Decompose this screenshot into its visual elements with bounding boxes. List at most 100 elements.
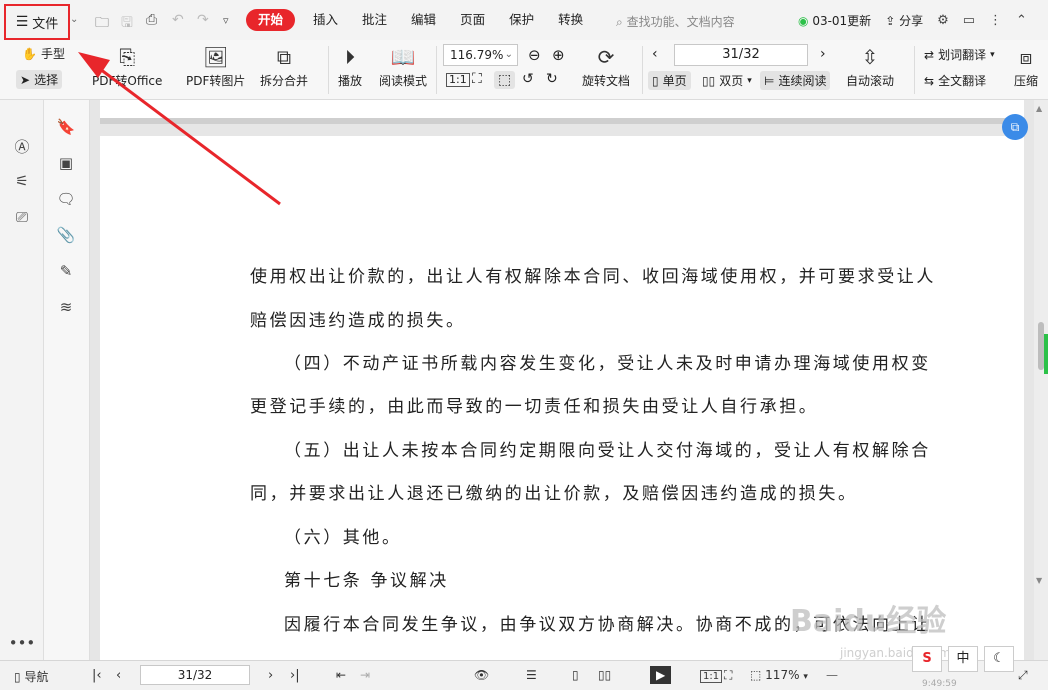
- file-menu-button[interactable]: ☰ 文件: [4, 4, 70, 40]
- read-mode-label: 阅读模式: [379, 74, 428, 88]
- bookmark-icon[interactable]: 🔖: [44, 118, 88, 136]
- undo-icon[interactable]: ↶: [172, 12, 184, 28]
- auto-scroll-icon: ⇳: [861, 45, 879, 69]
- scroll-down-icon[interactable]: ▼: [1036, 576, 1042, 585]
- update-button[interactable]: ◉ 03-01更新: [798, 12, 871, 29]
- fit-width-icon[interactable]: ⬚: [494, 71, 516, 89]
- pdf-to-office-button[interactable]: ⎘ PDF转Office: [92, 44, 162, 89]
- sliders-icon[interactable]: ⚟: [0, 172, 44, 190]
- zoom-dropdown[interactable]: ⬚ 117% ▾: [750, 668, 808, 682]
- status-page-input[interactable]: 31/32: [140, 665, 250, 685]
- more-horizontal-icon[interactable]: •••: [0, 634, 44, 652]
- tab-home[interactable]: 开始: [246, 9, 296, 31]
- redo-icon[interactable]: ↷: [197, 12, 209, 28]
- forward-view-icon[interactable]: ⇥: [360, 668, 370, 682]
- tab-annotate[interactable]: 批注: [350, 9, 399, 31]
- split-merge-icon: ⧉: [276, 45, 292, 69]
- find-text-icon[interactable]: Ⓐ: [0, 136, 44, 157]
- split-merge-button[interactable]: ⧉ 拆分合并: [260, 44, 308, 89]
- single-view-icon[interactable]: ▯: [572, 668, 579, 682]
- save-icon[interactable]: 🖫: [121, 12, 133, 36]
- prev-page-icon[interactable]: ‹: [652, 46, 658, 62]
- hand-tool-label: 手型: [40, 47, 65, 61]
- attachment-paperclip-icon[interactable]: 📎: [44, 226, 88, 244]
- page-number-input[interactable]: 31/32: [674, 44, 808, 66]
- fit-page-icon[interactable]: ⛶: [724, 668, 732, 683]
- back-view-icon[interactable]: ⇤: [336, 668, 346, 682]
- last-page-icon[interactable]: ›|: [290, 668, 300, 683]
- double-view-icon[interactable]: ▯▯: [598, 668, 611, 682]
- zoom-select[interactable]: 116.79% ⌄: [443, 44, 518, 66]
- comment-icon[interactable]: 🗨: [44, 190, 88, 208]
- document-viewport[interactable]: 使用权出让价款的，出让人有权解除本合同、收回海域使用权，并可要求受让人 赔偿因违…: [90, 100, 1034, 660]
- settings-gear-icon[interactable]: ⚙: [937, 13, 949, 28]
- first-page-icon[interactable]: |‹: [92, 668, 102, 683]
- actual-size-icon[interactable]: 1:1: [446, 73, 470, 87]
- compress-button[interactable]: ⧈ 压缩: [1014, 44, 1038, 89]
- doc-tool-icon: ⧉: [1010, 120, 1020, 134]
- clock-time: 9:49:59: [922, 679, 957, 689]
- next-page-icon[interactable]: ›: [268, 668, 273, 683]
- zoom-in-icon[interactable]: ⊕: [552, 46, 565, 64]
- eye-protect-icon[interactable]: 👁: [474, 668, 489, 682]
- quick-access-dropdown-icon[interactable]: ▿: [223, 14, 229, 27]
- actual-size-icon[interactable]: 1:1: [700, 670, 723, 683]
- search-placeholder: 查找功能、文档内容: [626, 15, 735, 29]
- fit-page-icon[interactable]: ⛶: [472, 71, 482, 87]
- page-search-icon[interactable]: ⎚: [0, 208, 44, 226]
- more-vertical-icon[interactable]: ⋮: [989, 13, 1002, 28]
- share-button[interactable]: ⇪ 分享: [885, 12, 923, 29]
- read-mode-button[interactable]: 📖 阅读模式: [379, 44, 427, 89]
- select-tool-button[interactable]: ➤ 选择: [16, 70, 63, 89]
- feature-search[interactable]: ⌕ 查找功能、文档内容: [616, 13, 735, 30]
- ime-mode-toggle[interactable]: 中: [948, 646, 978, 672]
- signature-pen-icon[interactable]: ✎: [44, 262, 88, 280]
- image-icon: 🖼: [203, 45, 229, 69]
- fullscreen-icon[interactable]: ⤢: [1018, 668, 1028, 683]
- tab-convert[interactable]: 转换: [546, 9, 595, 31]
- top-right-controls: ◉ 03-01更新 ⇪ 分享 ⚙ ▭ ⋮ ⌃: [798, 12, 1027, 29]
- tab-edit[interactable]: 编辑: [399, 9, 448, 31]
- tab-protect[interactable]: 保护: [497, 9, 546, 31]
- zoom-slider-minus-icon[interactable]: —: [826, 668, 838, 682]
- fit-width-icon: ⬚: [750, 668, 762, 682]
- collapse-ribbon-icon[interactable]: ⌃: [1016, 13, 1027, 28]
- pdf-to-image-button[interactable]: 🖼 PDF转图片: [186, 44, 245, 89]
- hand-tool-button[interactable]: ✋ 手型: [22, 45, 65, 62]
- layers-icon[interactable]: ≋: [44, 298, 88, 316]
- rotate-right-icon[interactable]: ↻: [546, 71, 558, 87]
- chevron-down-icon[interactable]: ⌄: [70, 14, 78, 25]
- next-page-icon[interactable]: ›: [820, 46, 826, 62]
- zoom-out-icon[interactable]: ⊖: [528, 46, 541, 64]
- rotate-left-icon[interactable]: ↺: [522, 71, 534, 87]
- play-button[interactable]: ⏵ 播放: [338, 44, 362, 89]
- night-mode-moon-icon[interactable]: ☾: [984, 646, 1014, 672]
- print-icon[interactable]: ⎙: [146, 12, 157, 28]
- navigation-panel-icon: ▯: [14, 670, 21, 684]
- ime-logo-icon[interactable]: S: [912, 646, 942, 672]
- rotate-document-button[interactable]: ⟳ 旋转文档: [582, 44, 630, 89]
- chevron-down-icon: ⌄: [504, 49, 513, 60]
- auto-scroll-button[interactable]: ⇳ 自动滚动: [846, 44, 894, 89]
- single-page-label: 单页: [662, 74, 687, 88]
- prev-page-icon[interactable]: ‹: [116, 668, 121, 683]
- tab-page[interactable]: 页面: [448, 9, 497, 31]
- floating-tool-button[interactable]: ⧉: [1002, 114, 1028, 140]
- thumbnail-image-icon[interactable]: ▣: [44, 154, 88, 172]
- full-translate-button[interactable]: ⇆ 全文翻译: [924, 72, 986, 89]
- play-icon[interactable]: ▶: [650, 666, 672, 684]
- open-folder-icon[interactable]: 🗀: [95, 12, 109, 36]
- file-menu-label: 文件: [32, 16, 59, 32]
- continuous-view-icon[interactable]: ☰: [526, 668, 537, 682]
- single-page-button[interactable]: ▯ 单页: [648, 71, 691, 90]
- continuous-read-button[interactable]: ⊨ 连续阅读: [760, 71, 831, 90]
- feedback-icon[interactable]: ▭: [963, 13, 975, 28]
- doc-line: （六）其他。: [284, 528, 402, 548]
- tab-insert[interactable]: 插入: [301, 9, 350, 31]
- status-bar: ▯ 导航 |‹ ‹ 31/32 › ›| ⇤ ⇥ 👁 ☰ ▯ ▯▯ ▶ 1:1 …: [0, 660, 1048, 690]
- double-page-button[interactable]: ▯▯ 双页 ▾: [702, 72, 752, 89]
- word-translate-button[interactable]: ⇄ 划词翻译 ▾: [924, 46, 995, 63]
- vertical-scrollbar[interactable]: ▲ ▼: [1034, 100, 1048, 660]
- navigation-button[interactable]: ▯ 导航: [14, 668, 48, 685]
- scroll-up-icon[interactable]: ▲: [1036, 104, 1042, 113]
